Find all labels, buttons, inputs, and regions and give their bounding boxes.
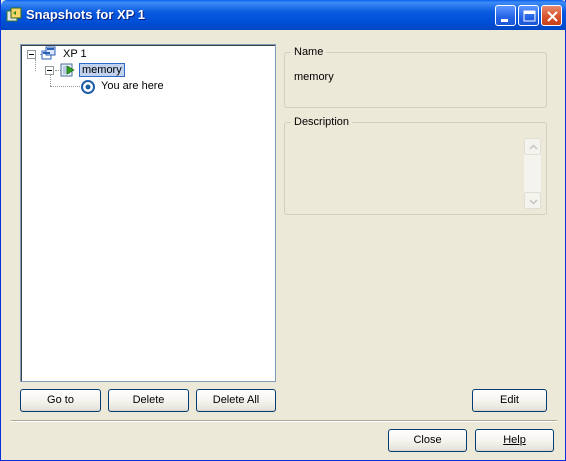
description-label: Description	[291, 116, 353, 129]
help-label: Help	[503, 434, 526, 446]
tree-node-label: You are here	[101, 80, 164, 92]
delete-button[interactable]: Delete	[108, 389, 189, 412]
minimize-icon	[501, 19, 508, 22]
scroll-down-icon	[529, 199, 538, 205]
close-window-button[interactable]	[541, 5, 562, 26]
name-label: Name	[291, 46, 327, 59]
description-scrollbar[interactable]	[524, 138, 541, 209]
tree-node-root[interactable]: XP 1	[21, 46, 275, 62]
close-icon	[547, 11, 558, 22]
edit-button[interactable]: Edit	[472, 389, 547, 412]
help-button[interactable]: Help	[475, 429, 554, 452]
goto-button[interactable]: Go to	[20, 389, 101, 412]
tree-node-label: XP 1	[63, 48, 87, 60]
minimize-button[interactable]	[495, 5, 516, 26]
description-group: Description	[284, 116, 547, 215]
name-value: memory	[294, 71, 334, 83]
collapse-icon[interactable]	[45, 66, 54, 75]
maximize-button[interactable]	[518, 5, 539, 26]
delete-all-button[interactable]: Delete All	[196, 389, 276, 412]
snapshot-tree[interactable]: XP 1 memory You are here	[20, 44, 276, 382]
current-state-icon	[80, 79, 96, 95]
scroll-up-icon	[529, 144, 538, 150]
close-button[interactable]: Close	[388, 429, 467, 452]
virtual-machine-icon	[41, 46, 57, 62]
window-title: Snapshots for XP 1	[26, 7, 145, 22]
description-text	[293, 137, 521, 207]
tree-node-current-state[interactable]: You are here	[21, 78, 275, 94]
separator	[11, 420, 557, 422]
tree-node-snapshot[interactable]: memory	[21, 62, 275, 78]
collapse-icon[interactable]	[27, 50, 36, 59]
snapshot-powered-on-icon	[60, 62, 76, 78]
tree-node-label: memory	[79, 63, 125, 77]
scroll-up-button[interactable]	[524, 138, 541, 155]
snapshot-manager-icon	[6, 7, 22, 23]
title-bar[interactable]: Snapshots for XP 1	[1, 0, 566, 30]
scroll-down-button[interactable]	[524, 192, 541, 209]
name-group: Name memory	[284, 46, 547, 108]
maximize-icon	[523, 10, 536, 22]
snapshot-dialog: Snapshots for XP 1 XP 1 memory You are h…	[0, 0, 566, 461]
